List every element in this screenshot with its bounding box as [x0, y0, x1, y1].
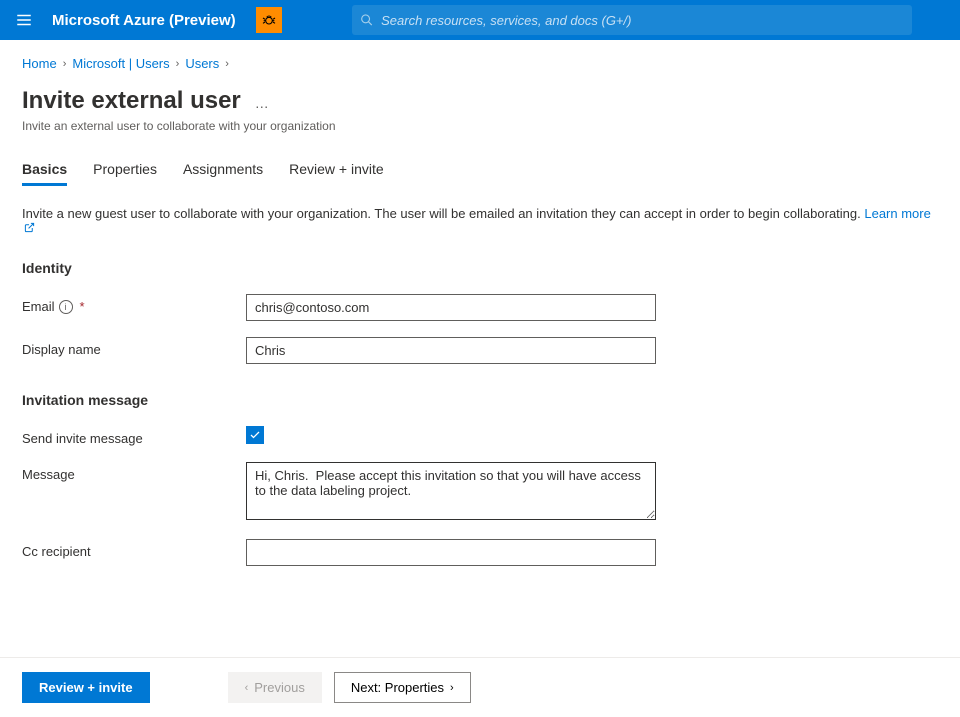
breadcrumb-users[interactable]: Users	[185, 56, 219, 71]
top-header: Microsoft Azure (Preview)	[0, 0, 960, 40]
external-link-icon	[24, 221, 35, 236]
identity-heading: Identity	[22, 260, 938, 276]
report-bug-button[interactable]	[256, 7, 282, 33]
display-name-input[interactable]	[246, 337, 656, 364]
send-invite-row: Send invite message	[22, 426, 938, 446]
page-title-row: Invite external user …	[22, 87, 938, 115]
search-icon	[360, 13, 373, 27]
chevron-right-icon: ›	[63, 58, 67, 70]
hamburger-icon	[15, 11, 33, 29]
tab-assignments[interactable]: Assignments	[183, 155, 263, 186]
display-name-label: Display name	[22, 337, 246, 357]
cc-row: Cc recipient	[22, 539, 938, 566]
chevron-left-icon: ‹	[245, 682, 249, 694]
page-subtitle: Invite an external user to collaborate w…	[22, 119, 938, 133]
intro-text: Invite a new guest user to collaborate w…	[22, 206, 938, 236]
email-input[interactable]	[246, 294, 656, 321]
email-row: Email i *	[22, 294, 938, 321]
message-label: Message	[22, 462, 246, 482]
breadcrumb-microsoft-users[interactable]: Microsoft | Users	[72, 56, 169, 71]
learn-more-link[interactable]: Learn more	[864, 206, 930, 221]
page-title: Invite external user	[22, 87, 241, 115]
tab-basics[interactable]: Basics	[22, 155, 67, 186]
intro-body: Invite a new guest user to collaborate w…	[22, 206, 864, 221]
brand-label[interactable]: Microsoft Azure (Preview)	[48, 12, 252, 29]
check-icon	[249, 429, 261, 441]
info-icon[interactable]: i	[59, 300, 73, 314]
invitation-heading: Invitation message	[22, 392, 938, 408]
review-invite-button[interactable]: Review + invite	[22, 672, 150, 703]
search-input[interactable]	[381, 13, 904, 28]
display-name-row: Display name	[22, 337, 938, 364]
email-label-wrap: Email i *	[22, 294, 246, 314]
breadcrumb: Home › Microsoft | Users › Users ›	[22, 56, 938, 71]
cc-label: Cc recipient	[22, 539, 246, 559]
hamburger-menu-button[interactable]	[0, 0, 48, 40]
search-container	[352, 5, 912, 35]
previous-label: Previous	[254, 680, 305, 695]
message-textarea[interactable]	[246, 462, 656, 520]
message-row: Message	[22, 462, 938, 523]
previous-button: ‹ Previous	[228, 672, 322, 703]
tab-review-invite[interactable]: Review + invite	[289, 155, 384, 186]
bug-icon	[261, 12, 277, 28]
next-label: Next: Properties	[351, 680, 444, 695]
send-invite-label: Send invite message	[22, 426, 246, 446]
email-label: Email	[22, 299, 55, 314]
send-invite-checkbox[interactable]	[246, 426, 264, 444]
breadcrumb-home[interactable]: Home	[22, 56, 57, 71]
chevron-right-icon: ›	[176, 58, 180, 70]
main-content: Home › Microsoft | Users › Users › Invit…	[0, 40, 960, 566]
tab-bar: Basics Properties Assignments Review + i…	[22, 155, 938, 186]
required-star: *	[80, 299, 85, 314]
tab-properties[interactable]: Properties	[93, 155, 157, 186]
chevron-right-icon: ›	[225, 58, 229, 70]
search-box[interactable]	[352, 5, 912, 35]
cc-input[interactable]	[246, 539, 656, 566]
chevron-right-icon: ›	[450, 682, 454, 694]
next-button[interactable]: Next: Properties ›	[334, 672, 471, 703]
footer: Review + invite ‹ Previous Next: Propert…	[0, 657, 960, 717]
more-actions-button[interactable]: …	[255, 95, 270, 111]
